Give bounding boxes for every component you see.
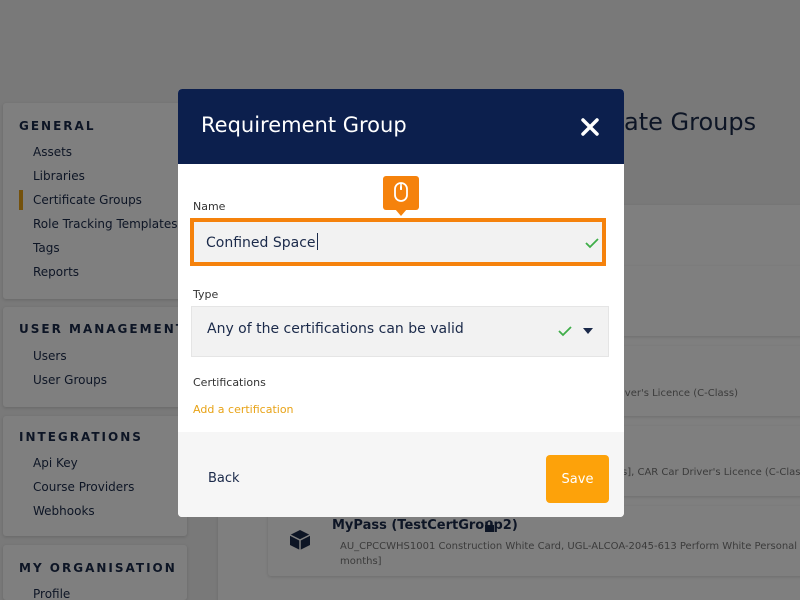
certifications-label: Certifications (193, 376, 266, 389)
check-icon (558, 326, 572, 337)
type-select[interactable]: Any of the certifications can be valid (191, 306, 609, 357)
text-caret (316, 233, 318, 250)
modal-title: Requirement Group (201, 113, 407, 137)
name-label: Name (193, 200, 226, 213)
save-button[interactable]: Save (546, 455, 609, 503)
click-marker-pointer (395, 209, 407, 216)
close-icon[interactable] (578, 115, 602, 139)
mouse-icon (394, 182, 408, 202)
type-select-value: Any of the certifications can be valid (207, 321, 464, 337)
chevron-down-icon[interactable] (583, 328, 593, 334)
back-button[interactable]: Back (208, 471, 240, 486)
requirement-group-modal: Requirement Group (178, 89, 624, 517)
name-input[interactable]: Confined Space (190, 218, 606, 266)
modal-header: Requirement Group (178, 89, 624, 164)
type-label: Type (193, 288, 219, 301)
add-certification-link[interactable]: Add a certification (193, 403, 294, 416)
check-icon (585, 238, 599, 249)
name-input-value: Confined Space (206, 233, 318, 251)
